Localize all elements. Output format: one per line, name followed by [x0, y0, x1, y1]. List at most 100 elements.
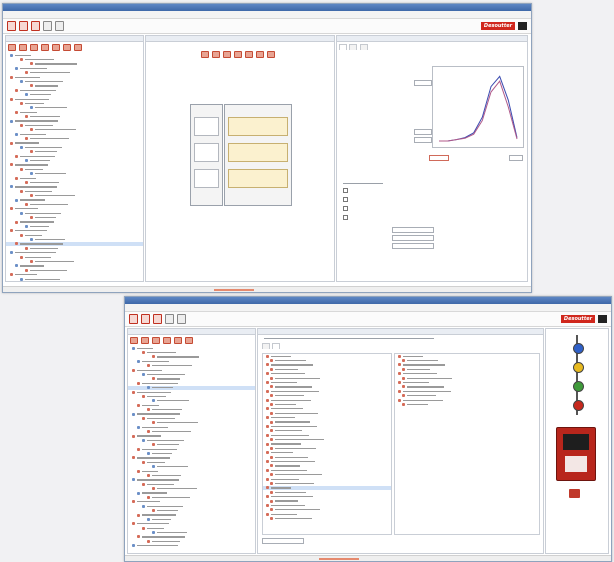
- new-icon[interactable]: [7, 21, 16, 31]
- tool-icon[interactable]: [267, 51, 275, 58]
- tree-tool-icon[interactable]: [8, 44, 16, 51]
- option-dropdown[interactable]: [392, 243, 434, 249]
- open-icon[interactable]: [19, 21, 28, 31]
- torque-dropdown[interactable]: [429, 155, 449, 161]
- step-card[interactable]: [194, 117, 219, 136]
- configuration-tabs: [258, 342, 543, 350]
- curve-series-line: [439, 75, 518, 142]
- controller-unit[interactable]: [556, 427, 596, 481]
- task-card[interactable]: [228, 117, 288, 136]
- list-item[interactable]: [263, 516, 391, 521]
- step-card[interactable]: [194, 169, 219, 188]
- tree-tool-icon[interactable]: [152, 337, 160, 344]
- tree-tool-icon[interactable]: [130, 337, 138, 344]
- tool-icon[interactable]: [201, 51, 209, 58]
- stack-light-red[interactable]: [572, 400, 584, 411]
- tool-icon[interactable]: [234, 51, 242, 58]
- tree-node-icon: [152, 443, 155, 447]
- tree-tool-icon[interactable]: [19, 44, 27, 51]
- print-icon[interactable]: [43, 21, 52, 31]
- tree-node-icon: [10, 53, 13, 57]
- parameter-field[interactable]: [414, 129, 432, 135]
- list-item-label: [275, 359, 306, 362]
- status-bar: [125, 555, 611, 561]
- open-icon[interactable]: [141, 314, 150, 324]
- tree-tool-icon[interactable]: [174, 337, 182, 344]
- tool-icon[interactable]: [223, 51, 231, 58]
- status-message-bar: [214, 288, 255, 291]
- tree-tool-icon[interactable]: [52, 44, 60, 51]
- tree-node-icon: [10, 251, 13, 255]
- tab-advanced[interactable]: [359, 44, 368, 50]
- tree-item-label: [147, 483, 174, 485]
- refresh-icon[interactable]: [55, 21, 64, 31]
- tree-item-label: [35, 260, 74, 263]
- tool-icon[interactable]: [256, 51, 264, 58]
- tree-tool-icon[interactable]: [30, 44, 38, 51]
- tree-tool-icon[interactable]: [185, 337, 193, 344]
- option-checkbox[interactable]: [343, 188, 348, 194]
- step-card[interactable]: [194, 143, 219, 162]
- tree-node-icon: [132, 522, 135, 526]
- tree-item[interactable]: [6, 281, 143, 282]
- option-dropdown[interactable]: [392, 235, 434, 241]
- tree-node-icon: [20, 101, 23, 105]
- tree-tool-icon[interactable]: [141, 337, 149, 344]
- task-card[interactable]: [228, 143, 288, 162]
- tree-node-icon: [10, 185, 13, 189]
- tree-item-label: [30, 181, 59, 184]
- step-column[interactable]: [190, 104, 223, 206]
- option-checkbox[interactable]: [343, 215, 348, 221]
- save-icon[interactable]: [153, 314, 162, 324]
- list-item-icon: [402, 385, 405, 389]
- tree-item[interactable]: [128, 544, 255, 548]
- list-item-label: [403, 381, 429, 384]
- list-item[interactable]: [395, 402, 539, 406]
- properties-pane: [336, 35, 528, 282]
- option-checkbox[interactable]: [343, 197, 348, 203]
- list-item-icon: [270, 394, 273, 398]
- parameter-field[interactable]: [414, 137, 432, 143]
- task-card[interactable]: [228, 169, 288, 188]
- refresh-icon[interactable]: [177, 314, 186, 324]
- tree-tool-icon[interactable]: [163, 337, 171, 344]
- save-icon[interactable]: [31, 21, 40, 31]
- list-item-icon: [266, 424, 269, 428]
- parameter-field[interactable]: [414, 80, 432, 86]
- assigned-event-list[interactable]: [394, 353, 540, 535]
- stack-light-blue[interactable]: [572, 343, 584, 354]
- task-column[interactable]: [224, 104, 292, 206]
- stack-light-yellow[interactable]: [572, 362, 584, 373]
- tree-node-icon: [25, 137, 28, 141]
- tree-tool-icon[interactable]: [74, 44, 82, 51]
- tree-tool-icon[interactable]: [41, 44, 49, 51]
- tree-item-label: [152, 431, 191, 433]
- tab-inputs[interactable]: [262, 343, 270, 350]
- tree-node-icon: [25, 181, 28, 185]
- tree-node-icon: [20, 255, 23, 259]
- list-item-icon: [402, 402, 405, 406]
- option-checkbox[interactable]: [343, 206, 348, 212]
- list-item-label: [275, 447, 316, 449]
- tab-general[interactable]: [339, 44, 347, 50]
- option-dropdown[interactable]: [392, 227, 434, 233]
- list-item-icon: [270, 517, 273, 521]
- tab-outputs[interactable]: [272, 343, 281, 350]
- tool-icon[interactable]: [245, 51, 253, 58]
- event-list[interactable]: [262, 353, 392, 535]
- apply-button[interactable]: [509, 155, 523, 161]
- description-field[interactable]: [262, 538, 304, 544]
- controller-small-icon[interactable]: [569, 489, 580, 498]
- tree-item-label: [20, 265, 44, 267]
- tab-options[interactable]: [349, 44, 358, 50]
- print-icon[interactable]: [165, 314, 174, 324]
- tree-node-icon: [25, 224, 28, 228]
- tool-icon[interactable]: [212, 51, 220, 58]
- list-item-label: [403, 390, 451, 392]
- stack-light-green[interactable]: [572, 381, 584, 392]
- tree-node-icon: [20, 211, 23, 215]
- tree-tool-icon[interactable]: [63, 44, 71, 51]
- new-icon[interactable]: [129, 314, 138, 324]
- tree-node-icon: [30, 62, 33, 66]
- tree-node-icon: [10, 273, 13, 277]
